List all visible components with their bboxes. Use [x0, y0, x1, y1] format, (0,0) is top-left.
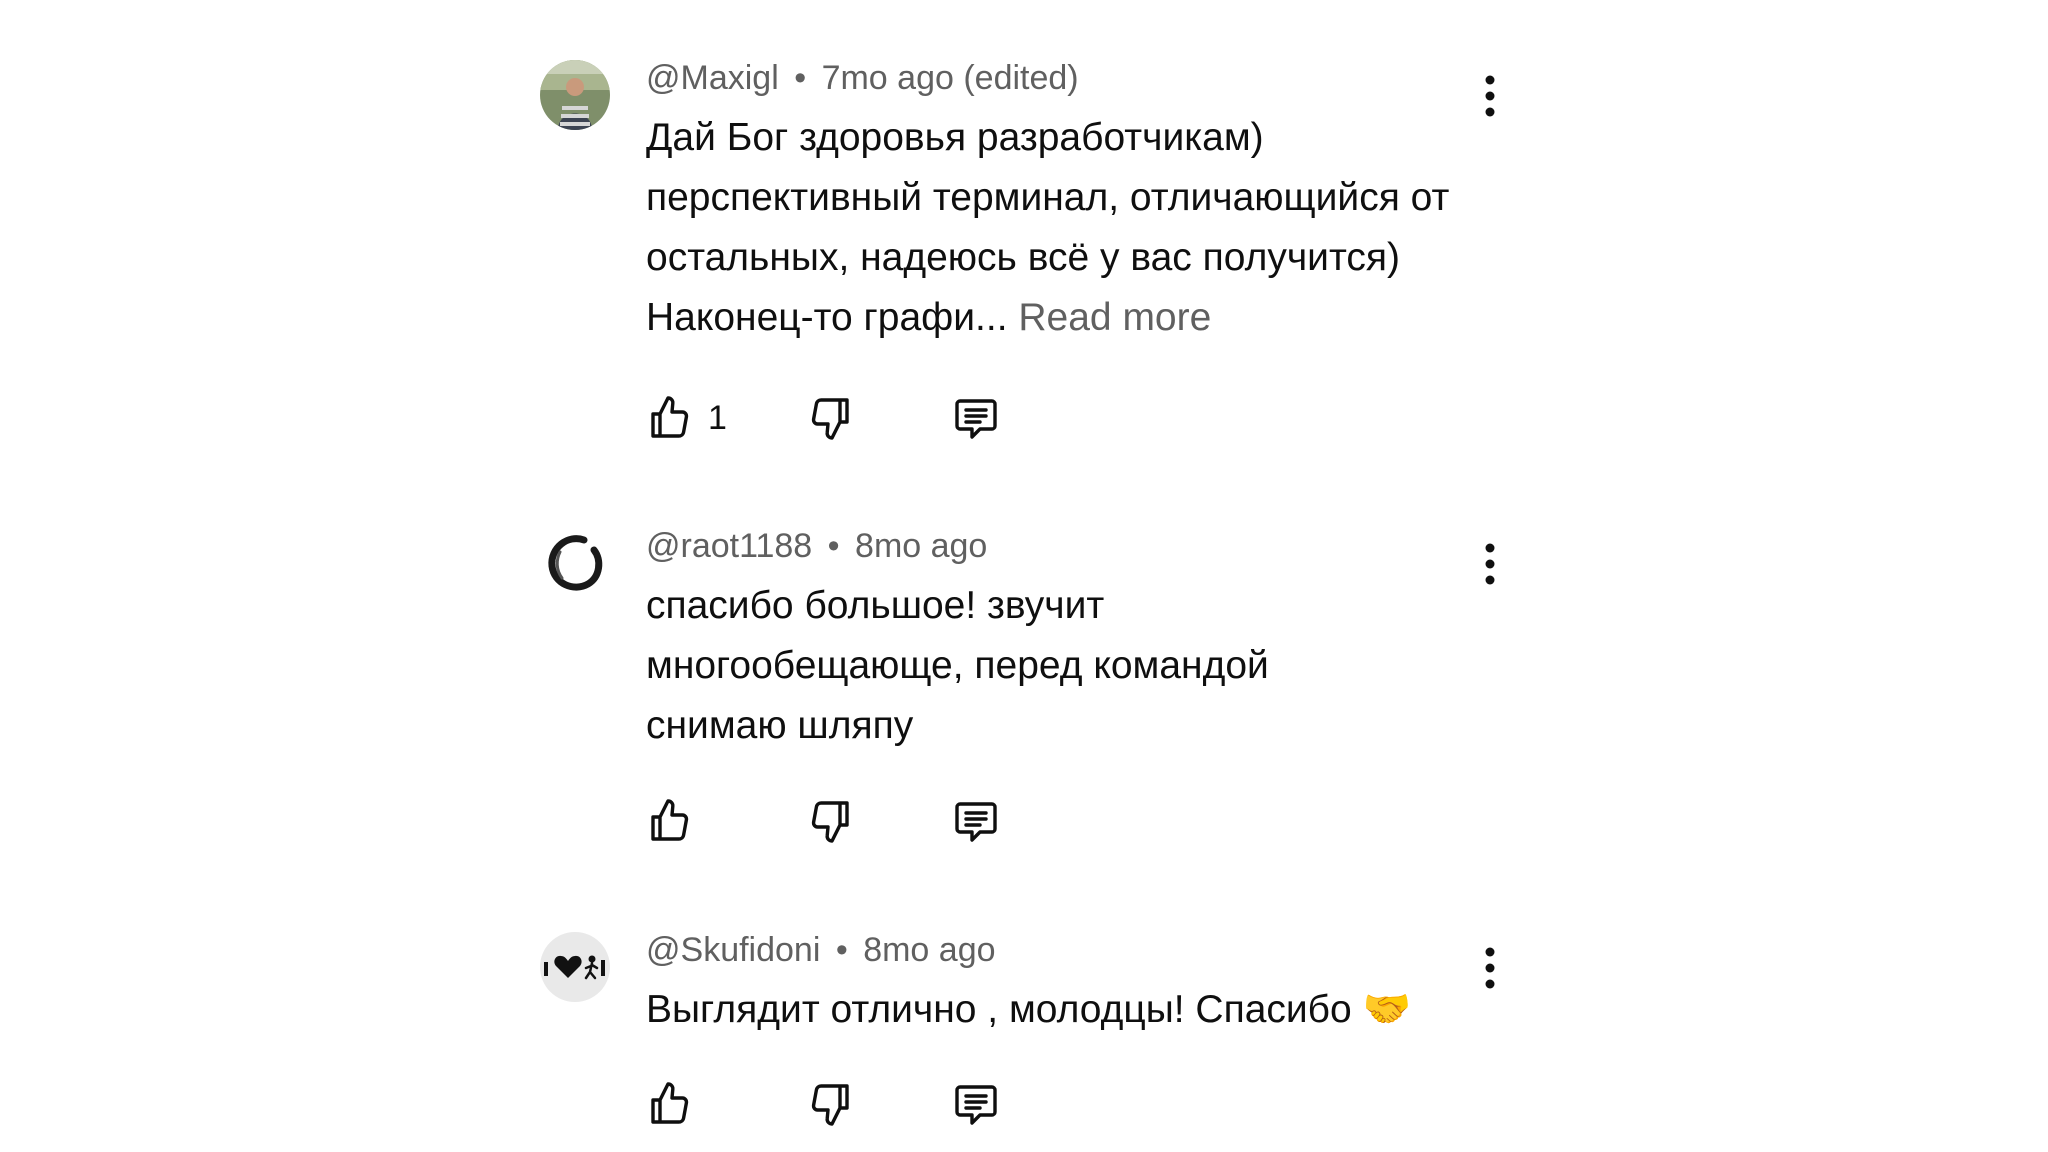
thumbs-up-icon [651, 1082, 689, 1124]
read-more-link[interactable]: Read more [1018, 296, 1211, 339]
more-vertical-icon [1485, 543, 1495, 585]
comment-text: Выглядит отлично , молодцы! Спасибо 🤝 [646, 980, 1466, 1040]
dislike-button[interactable] [806, 793, 854, 849]
like-button[interactable] [646, 793, 708, 849]
thumbs-down-icon [811, 801, 849, 843]
comment-actions [646, 793, 1046, 849]
like-button[interactable] [646, 1076, 708, 1132]
thumbs-up-icon [651, 799, 689, 841]
reply-button[interactable] [952, 390, 1000, 446]
comment-time: 8mo ago [855, 527, 988, 565]
author-name[interactable]: @raot1188 [646, 527, 812, 565]
comment-meta: @Skufidoni • 8mo ago [646, 930, 996, 970]
avatar[interactable] [540, 932, 610, 1002]
like-button[interactable]: 1 [646, 390, 727, 446]
comment-time: 7mo ago (edited) [821, 59, 1079, 97]
comment-menu-button[interactable] [1470, 536, 1510, 592]
avatar[interactable] [540, 528, 610, 598]
thumbs-down-icon [811, 398, 849, 440]
comment-text-content: спасибо большое! звучит многообещающе, п… [646, 584, 1269, 747]
comment-text-content: Выглядит отлично , молодцы! Спасибо 🤝 [646, 988, 1412, 1031]
reply-comment-icon [955, 1085, 997, 1125]
more-vertical-icon [1485, 75, 1495, 117]
photo-avatar-icon [540, 60, 610, 130]
comment-menu-button[interactable] [1470, 940, 1510, 996]
comment-actions: 1 [646, 390, 1046, 446]
author-name[interactable]: @Skufidoni [646, 931, 820, 969]
enso-circle-avatar-icon [540, 528, 610, 598]
comment-text: спасибо большое! звучит многообещающе, п… [646, 576, 1406, 756]
comment-actions [646, 1076, 1046, 1132]
meta-separator: • [827, 527, 840, 565]
meta-separator: • [794, 59, 807, 97]
heart-logo-avatar-icon [540, 932, 610, 1002]
like-count: 1 [708, 398, 727, 437]
author-name[interactable]: @Maxigl [646, 59, 779, 97]
comment-meta: @raot1188 • 8mo ago [646, 526, 987, 566]
meta-separator: • [835, 931, 848, 969]
reply-comment-icon [955, 399, 997, 439]
avatar[interactable] [540, 60, 610, 130]
dislike-button[interactable] [806, 390, 854, 446]
reply-button[interactable] [952, 1076, 1000, 1132]
thumbs-up-icon [651, 396, 689, 438]
reply-button[interactable] [952, 793, 1000, 849]
comment-time: 8mo ago [863, 931, 996, 969]
thumbs-down-icon [811, 1084, 849, 1126]
comment-meta: @Maxigl • 7mo ago (edited) [646, 58, 1079, 98]
comment-menu-button[interactable] [1470, 68, 1510, 124]
reply-comment-icon [955, 802, 997, 842]
more-vertical-icon [1485, 947, 1495, 989]
comment-text: Дай Бог здоровья разработчикам) перспект… [646, 108, 1466, 348]
dislike-button[interactable] [806, 1076, 854, 1132]
